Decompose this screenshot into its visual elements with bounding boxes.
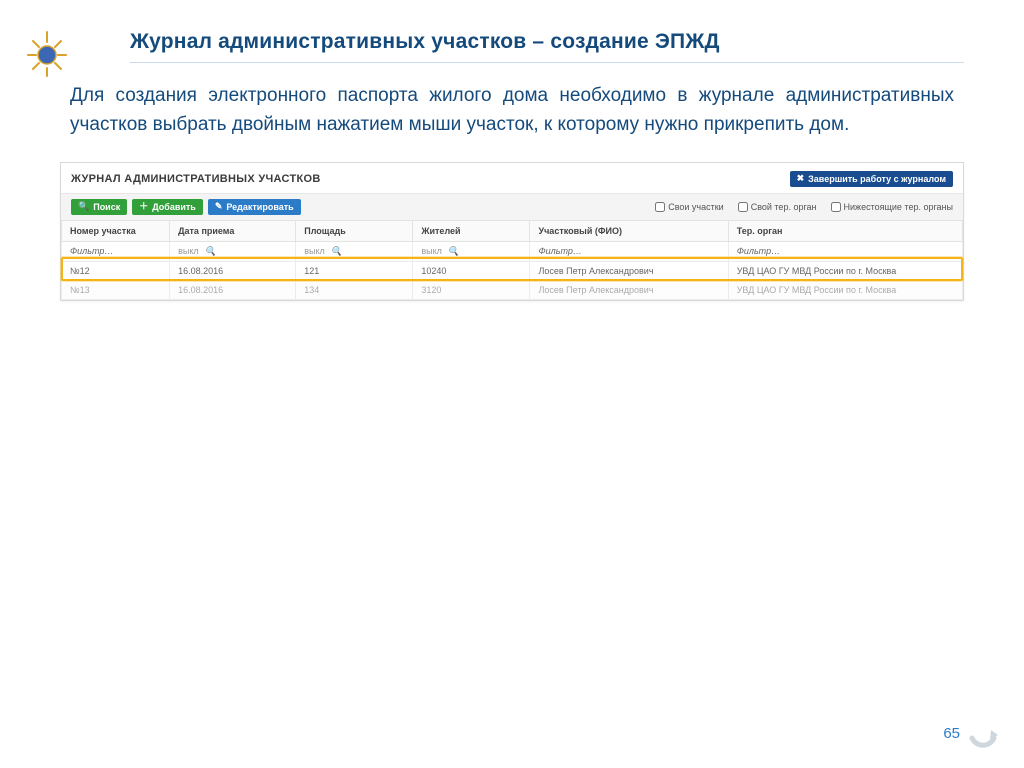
app-window: ЖУРНАЛ АДМИНИСТРАТИВНЫХ УЧАСТКОВ ✖ Завер… <box>60 162 964 301</box>
search-icon: 🔍 <box>331 246 342 257</box>
slide-intro-text: Для создания электронного паспорта жилог… <box>70 81 954 140</box>
filter-officer[interactable]: Фильтр… <box>530 241 728 261</box>
cell-org: УВД ЦАО ГУ МВД России по г. Москва <box>728 261 962 280</box>
close-icon: ✖ <box>797 174 805 183</box>
edit-button[interactable]: ✎ Редактировать <box>208 199 301 215</box>
own-sections-label: Свои участки <box>668 202 724 212</box>
lower-orgs-label: Нижестоящие тер. органы <box>844 202 953 212</box>
edit-label: Редактировать <box>226 202 293 212</box>
filter-org[interactable]: Фильтр… <box>728 241 962 261</box>
cell-residents: 10240 <box>413 261 530 280</box>
cell-number: №13 <box>62 280 170 299</box>
search-icon: 🔍 <box>448 246 459 257</box>
own-org-label: Свой тер. орган <box>751 202 817 212</box>
table-header-row: Номер участка Дата приема Площадь Жителе… <box>62 221 963 242</box>
slide-title: Журнал административных участков – созда… <box>130 30 964 54</box>
search-button[interactable]: 🔍 Поиск <box>71 199 127 215</box>
page-number: 65 <box>943 725 960 742</box>
add-label: Добавить <box>152 202 196 212</box>
sections-table: Номер участка Дата приема Площадь Жителе… <box>61 221 963 300</box>
col-residents[interactable]: Жителей <box>413 221 530 242</box>
filter-residents[interactable]: выкл 🔍 <box>413 241 530 261</box>
app-title: ЖУРНАЛ АДМИНИСТРАТИВНЫХ УЧАСТКОВ <box>71 173 321 185</box>
col-org[interactable]: Тер. орган <box>728 221 962 242</box>
close-journal-button[interactable]: ✖ Завершить работу с журналом <box>790 171 953 187</box>
slide-title-block: Журнал административных участков – созда… <box>130 30 964 63</box>
own-org-checkbox[interactable]: Свой тер. орган <box>738 202 817 212</box>
cell-date: 16.08.2016 <box>170 261 296 280</box>
table-row[interactable]: №13 16.08.2016 134 3120 Лосев Петр Алекс… <box>62 280 963 299</box>
cell-number: №12 <box>62 261 170 280</box>
cell-date: 16.08.2016 <box>170 280 296 299</box>
cell-area: 121 <box>296 261 413 280</box>
close-journal-label: Завершить работу с журналом <box>808 174 946 184</box>
pencil-icon: ✎ <box>215 202 223 211</box>
filter-area[interactable]: выкл 🔍 <box>296 241 413 261</box>
filter-date[interactable]: выкл 🔍 <box>170 241 296 261</box>
col-area[interactable]: Площадь <box>296 221 413 242</box>
filter-number[interactable]: Фильтр… <box>62 241 170 261</box>
own-sections-checkbox[interactable]: Свои участки <box>655 202 724 212</box>
col-date[interactable]: Дата приема <box>170 221 296 242</box>
cell-officer: Лосев Петр Александрович <box>530 280 728 299</box>
search-icon: 🔍 <box>205 246 216 257</box>
col-number[interactable]: Номер участка <box>62 221 170 242</box>
add-button[interactable]: ＋ Добавить <box>132 199 203 215</box>
cell-officer: Лосев Петр Александрович <box>530 261 728 280</box>
cell-area: 134 <box>296 280 413 299</box>
table-row[interactable]: №12 16.08.2016 121 10240 Лосев Петр Алек… <box>62 261 963 280</box>
table-filter-row: Фильтр… выкл 🔍 выкл 🔍 выкл 🔍 Фильтр… Фил… <box>62 241 963 261</box>
search-label: Поиск <box>93 202 120 212</box>
col-officer[interactable]: Участковый (ФИО) <box>530 221 728 242</box>
search-icon: 🔍 <box>78 202 89 211</box>
plus-icon: ＋ <box>139 202 148 211</box>
lower-orgs-checkbox[interactable]: Нижестоящие тер. органы <box>831 202 953 212</box>
cell-org: УВД ЦАО ГУ МВД России по г. Москва <box>728 280 962 299</box>
corner-swoosh-icon <box>968 720 998 750</box>
cell-residents: 3120 <box>413 280 530 299</box>
mvd-emblem-icon <box>22 28 72 78</box>
